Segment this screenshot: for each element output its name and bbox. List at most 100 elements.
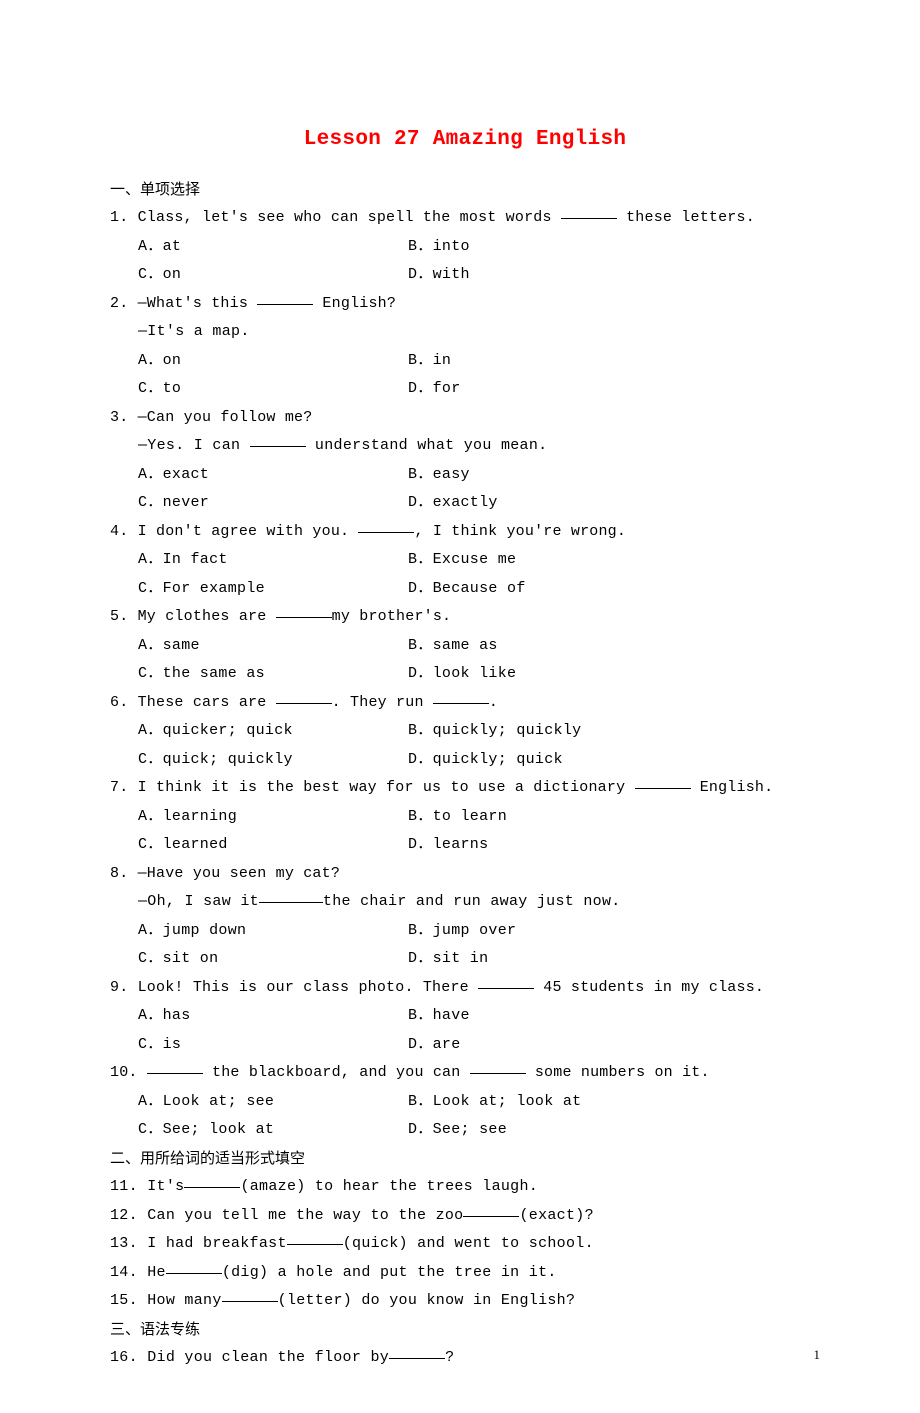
q10-opt-a: A．Look at; see	[138, 1088, 408, 1117]
q8: 8. —Have you seen my cat? —Oh, I saw itt…	[110, 860, 820, 974]
q8-opt-d: D．sit in	[408, 945, 488, 974]
q5-stem: 5. My clothes are my brother's.	[110, 603, 820, 632]
q2-opt-a: A．on	[138, 347, 408, 376]
blank	[257, 290, 313, 305]
q7-options-row1: A．learning B．to learn	[110, 803, 820, 832]
q3-opt-d: D．exactly	[408, 489, 498, 518]
blank	[276, 604, 332, 619]
blank	[635, 775, 691, 790]
q10-stem: 10. the blackboard, and you can some num…	[110, 1059, 820, 1088]
q6-options-row1: A．quicker; quick B．quickly; quickly	[110, 717, 820, 746]
q10-opt-c: C．See; look at	[138, 1116, 408, 1145]
q9-opt-b: B．have	[408, 1002, 470, 1031]
blank	[166, 1259, 222, 1274]
q5-options-row1: A．same B．same as	[110, 632, 820, 661]
q10-options-row2: C．See; look at D．See; see	[110, 1116, 820, 1145]
q7-options-row2: C．learned D．learns	[110, 831, 820, 860]
q9-options-row1: A．has B．have	[110, 1002, 820, 1031]
q6: 6. These cars are . They run . A．quicker…	[110, 689, 820, 775]
q9-stem: 9. Look! This is our class photo. There …	[110, 974, 820, 1003]
q7: 7. I think it is the best way for us to …	[110, 774, 820, 860]
q6-opt-d: D．quickly; quick	[408, 746, 563, 775]
q6-opt-a: A．quicker; quick	[138, 717, 408, 746]
blank	[561, 205, 617, 220]
blank	[276, 689, 332, 704]
q4-options-row2: C．For example D．Because of	[110, 575, 820, 604]
q5-options-row2: C．the same as D．look like	[110, 660, 820, 689]
blank	[222, 1288, 278, 1303]
q9-opt-a: A．has	[138, 1002, 408, 1031]
q6-opt-b: B．quickly; quickly	[408, 717, 581, 746]
q13: 13. I had breakfast(quick) and went to s…	[110, 1230, 820, 1259]
blank	[470, 1060, 526, 1075]
q8-stem: 8. —Have you seen my cat?	[110, 860, 820, 889]
q1: 1. Class, let's see who can spell the mo…	[110, 204, 820, 290]
q5-opt-d: D．look like	[408, 660, 516, 689]
q16: 16. Did you clean the floor by?	[110, 1344, 820, 1373]
blank	[259, 889, 323, 904]
q8-options-row1: A．jump down B．jump over	[110, 917, 820, 946]
q7-opt-c: C．learned	[138, 831, 408, 860]
q3-opt-a: A．exact	[138, 461, 408, 490]
blank	[250, 433, 306, 448]
q4-stem: 4. I don't agree with you. , I think you…	[110, 518, 820, 547]
q3-opt-c: C．never	[138, 489, 408, 518]
q3-stem: 3. —Can you follow me?	[110, 404, 820, 433]
blank	[287, 1231, 343, 1246]
q12: 12. Can you tell me the way to the zoo(e…	[110, 1202, 820, 1231]
section-3-heading: 三、语法专练	[110, 1316, 820, 1345]
q9-opt-d: D．are	[408, 1031, 461, 1060]
blank	[433, 689, 489, 704]
page-title: Lesson 27 Amazing English	[110, 120, 820, 160]
q2-options-row1: A．on B．in	[110, 347, 820, 376]
q10-opt-b: B．Look at; look at	[408, 1088, 581, 1117]
q8-opt-b: B．jump over	[408, 917, 516, 946]
q11: 11. It's(amaze) to hear the trees laugh.	[110, 1173, 820, 1202]
q2-stem: 2. —What's this English?	[110, 290, 820, 319]
q4-options-row1: A．In fact B．Excuse me	[110, 546, 820, 575]
q6-opt-c: C．quick; quickly	[138, 746, 408, 775]
q6-stem: 6. These cars are . They run .	[110, 689, 820, 718]
blank	[389, 1345, 445, 1360]
q2-opt-b: B．in	[408, 347, 451, 376]
q3-sub: —Yes. I can understand what you mean.	[138, 432, 820, 461]
q4: 4. I don't agree with you. , I think you…	[110, 518, 820, 604]
q1-opt-c: C．on	[138, 261, 408, 290]
q2-options-row2: C．to D．for	[110, 375, 820, 404]
q8-sub: —Oh, I saw itthe chair and run away just…	[138, 888, 820, 917]
q1-opt-d: D．with	[408, 261, 470, 290]
title-lesson: Lesson 27 Amazing	[304, 128, 523, 151]
q2-opt-c: C．to	[138, 375, 408, 404]
q3-options-row1: A．exact B．easy	[110, 461, 820, 490]
q7-opt-d: D．learns	[408, 831, 488, 860]
blank	[478, 974, 534, 989]
title-suffix: English	[523, 128, 626, 151]
q3: 3. —Can you follow me? —Yes. I can under…	[110, 404, 820, 518]
q7-opt-b: B．to learn	[408, 803, 507, 832]
blank	[358, 518, 414, 533]
blank	[463, 1202, 519, 1217]
q5: 5. My clothes are my brother's. A．same B…	[110, 603, 820, 689]
q1-opt-a: A．at	[138, 233, 408, 262]
q10-opt-d: D．See; see	[408, 1116, 507, 1145]
blank	[184, 1174, 240, 1189]
q4-opt-d: D．Because of	[408, 575, 526, 604]
q5-opt-c: C．the same as	[138, 660, 408, 689]
q3-opt-b: B．easy	[408, 461, 470, 490]
q3-options-row2: C．never D．exactly	[110, 489, 820, 518]
q5-opt-b: B．same as	[408, 632, 498, 661]
q1-options-row1: A．at B．into	[110, 233, 820, 262]
q1-opt-b: B．into	[408, 233, 470, 262]
q2: 2. —What's this English? —It's a map. A．…	[110, 290, 820, 404]
q14: 14. He(dig) a hole and put the tree in i…	[110, 1259, 820, 1288]
q4-opt-c: C．For example	[138, 575, 408, 604]
q7-opt-a: A．learning	[138, 803, 408, 832]
q4-opt-a: A．In fact	[138, 546, 408, 575]
q8-opt-c: C．sit on	[138, 945, 408, 974]
q8-opt-a: A．jump down	[138, 917, 408, 946]
section-2-heading: 二、用所给词的适当形式填空	[110, 1145, 820, 1174]
q9-options-row2: C．is D．are	[110, 1031, 820, 1060]
blank	[147, 1060, 203, 1075]
q5-opt-a: A．same	[138, 632, 408, 661]
q9: 9. Look! This is our class photo. There …	[110, 974, 820, 1060]
